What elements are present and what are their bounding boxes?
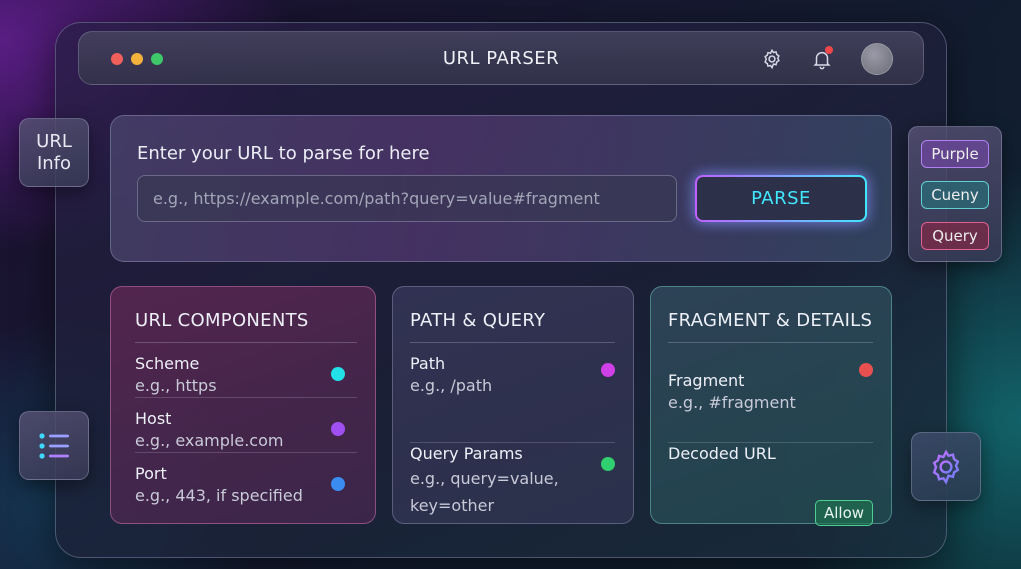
url-info-label-line1: URL	[36, 130, 72, 152]
list-item-host: Host e.g., example.com	[135, 398, 357, 453]
url-components-card: URL COMPONENTS Scheme e.g., https Host e…	[110, 286, 376, 524]
allow-button[interactable]: Allow	[815, 500, 873, 526]
tag-panel: Purple Cueny Query	[908, 126, 1002, 262]
tag-cueny[interactable]: Cueny	[921, 181, 989, 209]
bell-icon[interactable]	[809, 46, 835, 72]
card-title: URL COMPONENTS	[135, 310, 357, 343]
path-value: e.g., /path	[410, 376, 493, 395]
card-title: PATH & QUERY	[410, 310, 615, 343]
list-item-decoded-url: Decoded URL Allow	[668, 443, 873, 526]
query-params-value-line2: key=other	[410, 496, 495, 515]
fragment-indicator	[859, 363, 873, 377]
list-item-port: Port e.g., 443, if specified	[135, 453, 357, 508]
list-icon	[39, 432, 69, 459]
list-item-scheme: Scheme e.g., https	[135, 343, 357, 398]
fragment-label: Fragment	[668, 371, 745, 390]
query-params-value-line1: e.g., query=value,	[410, 469, 559, 488]
port-value: e.g., 443, if specified	[135, 486, 303, 505]
scheme-indicator	[331, 367, 345, 381]
decoded-url-label: Decoded URL	[668, 444, 776, 463]
query-params-indicator	[601, 457, 615, 471]
title-bar: URL PARSER	[78, 31, 924, 85]
list-item-fragment: Fragment e.g., #fragment	[668, 343, 873, 443]
path-label: Path	[410, 354, 446, 373]
host-label: Host	[135, 409, 172, 428]
scheme-label: Scheme	[135, 354, 200, 373]
notification-badge	[825, 46, 833, 54]
port-label: Port	[135, 464, 167, 483]
host-indicator	[331, 422, 345, 436]
tag-purple[interactable]: Purple	[921, 140, 989, 168]
list-item-path: Path e.g., /path	[410, 343, 615, 443]
fragment-details-card: FRAGMENT & DETAILS Fragment e.g., #fragm…	[650, 286, 892, 526]
tag-query[interactable]: Query	[921, 222, 989, 250]
gear-icon[interactable]	[759, 46, 785, 72]
card-title: FRAGMENT & DETAILS	[668, 310, 873, 343]
host-value: e.g., example.com	[135, 431, 284, 450]
list-button[interactable]	[19, 411, 89, 480]
parse-button[interactable]: PARSE	[695, 175, 867, 222]
url-input-label: Enter your URL to parse for here	[137, 143, 430, 164]
path-indicator	[601, 363, 615, 377]
url-info-label-line2: Info	[36, 152, 72, 174]
port-indicator	[331, 477, 345, 491]
url-info-button[interactable]: URL Info	[19, 118, 89, 187]
avatar[interactable]	[861, 43, 893, 75]
app-title: URL PARSER	[442, 48, 560, 69]
url-input-panel: Enter your URL to parse for here PARSE	[110, 115, 892, 262]
fragment-value: e.g., #fragment	[668, 393, 796, 412]
settings-button[interactable]	[911, 432, 981, 501]
url-input[interactable]	[137, 175, 677, 222]
query-params-label: Query Params	[410, 444, 523, 463]
scheme-value: e.g., https	[135, 376, 217, 395]
path-query-card: PATH & QUERY Path e.g., /path Query Para…	[392, 286, 634, 524]
list-item-query-params: Query Params e.g., query=value, key=othe…	[410, 443, 615, 518]
gear-icon	[932, 449, 960, 485]
